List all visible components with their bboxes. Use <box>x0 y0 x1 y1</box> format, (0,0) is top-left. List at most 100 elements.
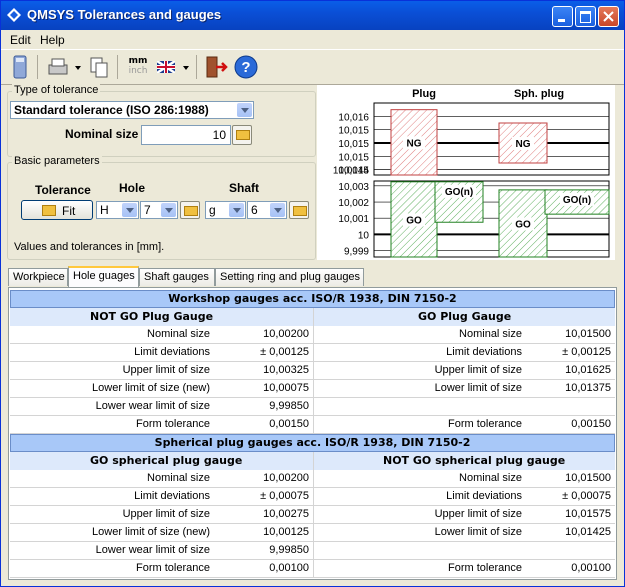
left-row-value: ± 0,00075 <box>260 490 309 502</box>
right-row-label: Form tolerance <box>448 418 522 430</box>
units-mm-label: mm <box>128 56 148 66</box>
tab-workpiece[interactable]: Workpiece <box>8 268 68 286</box>
left-row-label: Upper limit of size <box>122 508 210 520</box>
units-note: Values and tolerances in [mm]. <box>14 241 165 253</box>
y-tick-label: 10,014 <box>338 166 369 177</box>
left-row-value: 9,99850 <box>269 544 309 556</box>
y-tick-label: 10 <box>358 230 370 241</box>
chart-box-label: NG <box>516 139 531 150</box>
left-row-value: 10,00125 <box>263 526 309 538</box>
printer-dropdown-icon[interactable] <box>75 66 81 70</box>
copy-icon[interactable] <box>89 55 109 79</box>
minimize-icon <box>558 19 565 22</box>
left-row-value: 9,99850 <box>269 400 309 412</box>
left-row-value: 0,00150 <box>269 418 309 430</box>
menu-help[interactable]: Help <box>40 33 65 47</box>
y-tick-label: 10,015 <box>338 139 369 150</box>
right-row-value: 10,01500 <box>565 328 611 340</box>
right-row-value: 10,01625 <box>565 364 611 376</box>
hole-letter-value: H <box>100 203 109 217</box>
right-row-label: Nominal size <box>459 472 522 484</box>
y-tick-label: 9,999 <box>344 247 369 258</box>
basic-parameters-legend: Basic parameters <box>12 155 102 167</box>
right-row-label: Limit deviations <box>446 346 522 358</box>
right-row-label: Form tolerance <box>448 562 522 574</box>
y-tick-label: 10,015 <box>338 152 369 163</box>
right-row-value: 10,01500 <box>565 472 611 484</box>
printer-icon[interactable] <box>47 55 69 79</box>
fit-button[interactable]: Fit <box>21 200 93 220</box>
units-mm-inch-icon[interactable]: mm inch <box>125 56 151 78</box>
title-bar[interactable]: QMSYS Tolerances and gauges <box>1 1 624 30</box>
chevron-down-icon[interactable] <box>161 203 176 217</box>
maximize-button[interactable] <box>575 6 596 27</box>
close-button[interactable] <box>598 6 619 27</box>
folder-icon <box>42 205 56 216</box>
tolerance-label: Tolerance <box>35 183 91 197</box>
hole-letter-select[interactable]: H <box>96 201 139 219</box>
left-row-value: 10,00200 <box>263 328 309 340</box>
tab-shaft-gauges[interactable]: Shaft gauges <box>139 268 215 286</box>
chevron-down-icon[interactable] <box>237 103 252 117</box>
shaft-grade-select[interactable]: 6 <box>247 201 287 219</box>
right-row-label: Lower limit of size <box>434 526 522 538</box>
language-dropdown-icon[interactable] <box>183 66 189 70</box>
nominal-open-icon[interactable] <box>232 125 252 145</box>
y-tick-label: 10,016 <box>338 112 369 123</box>
hole-grade-select[interactable]: 7 <box>140 201 178 219</box>
right-row-value: 0,00150 <box>571 418 611 430</box>
minimize-button[interactable] <box>552 6 573 27</box>
toolbar-separator <box>196 55 197 79</box>
section-header: Spherical plug gauges acc. ISO/R 1938, D… <box>10 434 615 452</box>
shaft-letter-select[interactable]: g <box>205 201 246 219</box>
right-row-label: Upper limit of size <box>434 508 522 520</box>
chevron-down-icon[interactable] <box>270 203 285 217</box>
menu-bar: Edit Help <box>1 31 624 49</box>
shaft-label: Shaft <box>229 181 259 195</box>
right-row-value: ± 0,00075 <box>562 490 611 502</box>
left-row-label: Nominal size <box>147 472 210 484</box>
left-row-value: 10,00075 <box>263 382 309 394</box>
nominal-size-value: 10 <box>212 128 226 142</box>
hole-gauges-table: Workshop gauges acc. ISO/R 1938, DIN 715… <box>8 287 617 580</box>
left-row-label: Form tolerance <box>136 418 210 430</box>
right-row-label: Nominal size <box>459 328 522 340</box>
app-window: QMSYS Tolerances and gauges Edit Help mm… <box>0 0 625 587</box>
shaft-open-icon[interactable] <box>289 201 309 219</box>
language-flag-icon[interactable] <box>157 61 175 73</box>
chart-box-label: GO <box>515 219 531 230</box>
tab-setting-ring[interactable]: Setting ring and plug gauges <box>215 268 364 286</box>
right-row-value: 10,01575 <box>565 508 611 520</box>
right-row-label: Limit deviations <box>446 490 522 502</box>
chevron-down-icon[interactable] <box>229 203 244 217</box>
left-row-value: 10,00200 <box>263 472 309 484</box>
right-row-label: Upper limit of size <box>434 364 522 376</box>
right-row-value: ± 0,00125 <box>562 346 611 358</box>
menu-edit[interactable]: Edit <box>10 33 31 47</box>
left-row-value: 0,00100 <box>269 562 309 574</box>
hole-open-icon[interactable] <box>180 201 200 219</box>
help-icon[interactable]: ? <box>234 55 258 79</box>
toolbar-separator <box>37 55 38 79</box>
hole-grade-value: 7 <box>144 203 151 217</box>
left-row-label: Limit deviations <box>134 346 210 358</box>
chevron-down-icon[interactable] <box>122 203 137 217</box>
right-gauge-title: NOT GO spherical plug gauge <box>383 454 566 467</box>
tolerance-chart: 10,01610,01510,01510,01510,014510,01410,… <box>317 85 615 260</box>
left-row-label: Limit deviations <box>134 490 210 502</box>
nominal-size-input[interactable]: 10 <box>141 125 231 145</box>
shaft-grade-value: 6 <box>251 203 258 217</box>
tolerance-type-select[interactable]: Standard tolerance (ISO 286:1988) <box>10 101 254 119</box>
chart-box-label: NG <box>407 138 422 149</box>
nominal-size-label: Nominal size <box>65 127 139 141</box>
tab-strip: Workpiece Hole guages Shaft gauges Setti… <box>1 266 624 287</box>
calculator-icon[interactable] <box>11 55 29 79</box>
fit-label: Fit <box>62 204 76 218</box>
tab-hole-gauges[interactable]: Hole guages <box>68 266 139 287</box>
exit-icon[interactable] <box>204 55 228 79</box>
left-row-label: Lower limit of size (new) <box>92 382 210 394</box>
right-row-label: Lower limit of size <box>434 382 522 394</box>
left-row-value: 10,00325 <box>263 364 309 376</box>
left-gauge-title: GO spherical plug gauge <box>90 454 243 467</box>
basic-parameters-panel: Basic parameters Tolerance Hole Shaft Fi… <box>7 155 316 260</box>
